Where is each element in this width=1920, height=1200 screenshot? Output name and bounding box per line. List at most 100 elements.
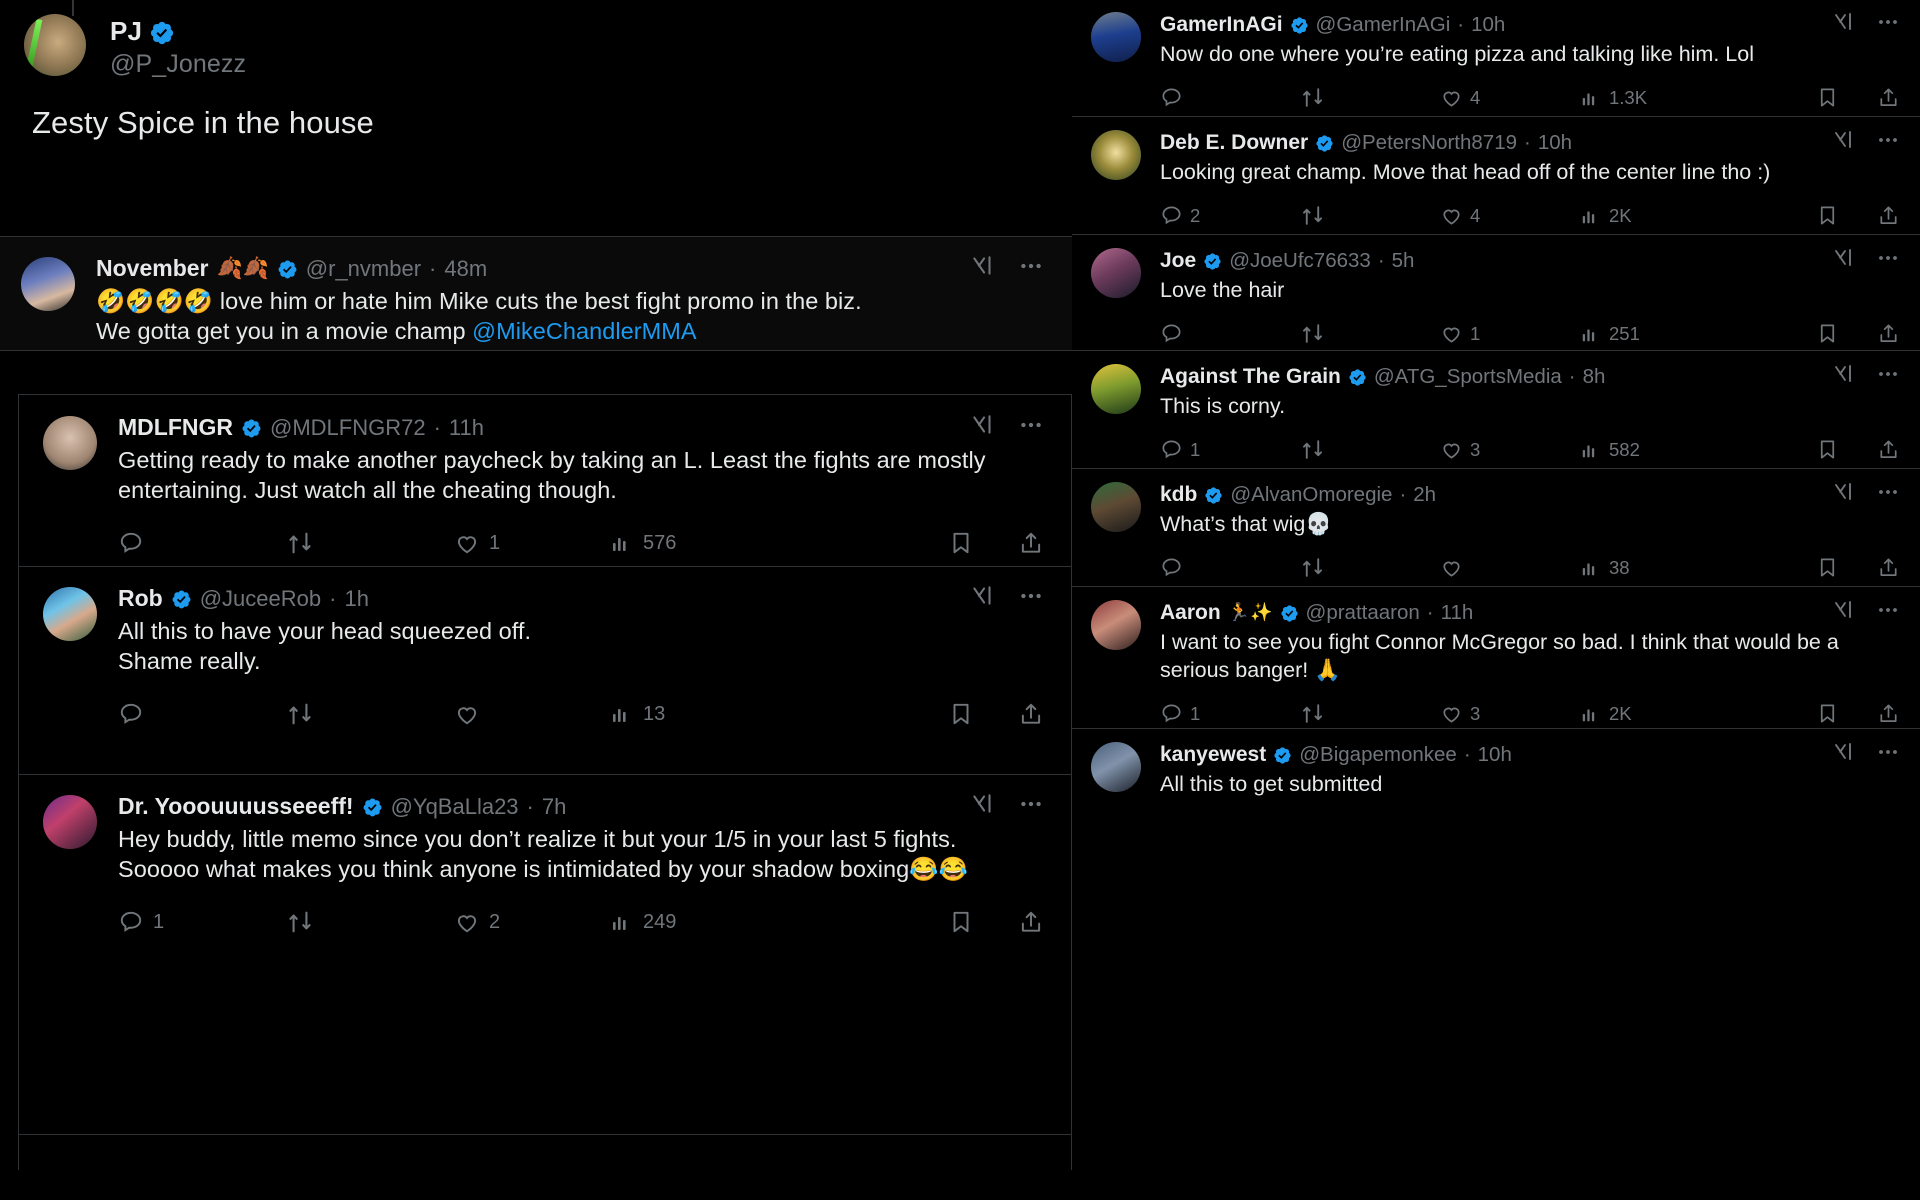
bookmark-action[interactable] (1816, 702, 1839, 725)
handle[interactable]: @JuceeRob (200, 586, 321, 612)
avatar[interactable] (21, 257, 75, 311)
reply-card[interactable]: November 🍂🍂 @r_nvmber · 48m 🤣🤣🤣🤣 love hi… (0, 237, 1072, 350)
display-name[interactable]: Rob (118, 585, 163, 612)
avatar[interactable] (43, 416, 97, 470)
like-action[interactable]: 3 (1440, 438, 1580, 461)
reply-card[interactable]: Joe @JoeUfc76633 · 5h Love the hair 1 25… (1072, 232, 1920, 351)
avatar[interactable] (1091, 12, 1141, 62)
display-name[interactable]: Deb E. Downer (1160, 131, 1308, 155)
grok-icon[interactable] (1832, 10, 1856, 39)
handle[interactable]: @YqBaLla23 (391, 794, 519, 820)
reply-action[interactable]: 1 (1160, 702, 1300, 725)
avatar[interactable] (1091, 248, 1141, 298)
views-action[interactable]: 38 (1580, 557, 1816, 579)
like-action[interactable]: 2 (454, 909, 610, 935)
views-action[interactable]: 2K (1580, 205, 1816, 227)
reply-card[interactable]: Against The Grain @ATG_SportsMedia · 8h … (1072, 348, 1920, 467)
more-options-icon[interactable] (1018, 791, 1044, 822)
reply-card[interactable]: Rob @JuceeRob · 1h All this to have your… (0, 567, 1072, 734)
timestamp[interactable]: 5h (1392, 249, 1415, 273)
timestamp[interactable]: 10h (1478, 743, 1512, 767)
reply-action[interactable]: 1 (1160, 438, 1300, 461)
views-action[interactable]: 251 (1580, 323, 1816, 345)
reply-card[interactable]: Aaron 🏃✨ @prattaaron · 11h I want to see… (1072, 584, 1920, 731)
more-options-icon[interactable] (1876, 246, 1900, 275)
timestamp[interactable]: 2h (1413, 483, 1436, 507)
bookmark-action[interactable] (1816, 86, 1839, 109)
grok-icon[interactable] (1832, 128, 1856, 157)
share-action[interactable] (1877, 86, 1900, 109)
avatar[interactable] (1091, 364, 1141, 414)
handle[interactable]: @prattaaron (1306, 601, 1420, 625)
grok-icon[interactable] (1832, 598, 1856, 627)
share-action[interactable] (1877, 702, 1900, 725)
reply-action[interactable] (118, 701, 286, 727)
more-options-icon[interactable] (1018, 412, 1044, 443)
like-action[interactable] (454, 701, 610, 727)
like-action[interactable]: 3 (1440, 702, 1580, 725)
grok-icon[interactable] (1832, 480, 1856, 509)
bookmark-action[interactable] (948, 530, 974, 556)
timestamp[interactable]: 8h (1583, 365, 1606, 389)
reply-card[interactable]: kanyewest @Bigapemonkee · 10h All this t… (1072, 726, 1920, 799)
retweet-action[interactable] (1300, 437, 1440, 462)
more-options-icon[interactable] (1876, 598, 1900, 627)
timestamp[interactable]: 11h (1441, 601, 1474, 625)
display-name[interactable]: November (96, 255, 208, 282)
bookmark-action[interactable] (948, 701, 974, 727)
avatar[interactable] (1091, 130, 1141, 180)
retweet-action[interactable] (1300, 555, 1440, 580)
timestamp[interactable]: 7h (542, 794, 566, 820)
share-action[interactable] (1877, 322, 1900, 345)
retweet-action[interactable] (1300, 203, 1440, 228)
share-action[interactable] (1018, 530, 1044, 556)
reply-card[interactable]: kdb @AlvanOmoregie · 2h What’s that wig💀 (1072, 466, 1920, 585)
avatar[interactable] (43, 587, 97, 641)
like-action[interactable]: 1 (1440, 322, 1580, 345)
grok-icon[interactable] (1832, 362, 1856, 391)
reply-card[interactable]: Dr. Yooouuuusseeeff! @YqBaLla23 · 7h Hey… (0, 775, 1072, 942)
more-options-icon[interactable] (1876, 480, 1900, 509)
display-name[interactable]: Dr. Yooouuuusseeeff! (118, 793, 354, 820)
handle[interactable]: @PetersNorth8719 (1341, 131, 1517, 155)
mention-link[interactable]: @MikeChandlerMMA (472, 318, 696, 344)
share-action[interactable] (1877, 438, 1900, 461)
share-action[interactable] (1018, 909, 1044, 935)
share-action[interactable] (1877, 556, 1900, 579)
display-name[interactable]: GamerInAGi (1160, 13, 1283, 37)
bookmark-action[interactable] (1816, 204, 1839, 227)
root-handle[interactable]: @P_Jonezz (110, 50, 246, 79)
bookmark-action[interactable] (1816, 438, 1839, 461)
views-action[interactable]: 1.3K (1580, 87, 1816, 109)
retweet-action[interactable] (1300, 701, 1440, 726)
more-options-icon[interactable] (1876, 10, 1900, 39)
reply-action[interactable] (1160, 556, 1300, 579)
bookmark-action[interactable] (1816, 556, 1839, 579)
views-action[interactable]: 249 (610, 910, 948, 934)
views-action[interactable]: 13 (610, 702, 948, 726)
views-action[interactable]: 576 (610, 531, 948, 555)
reply-card[interactable]: GamerInAGi @GamerInAGi · 10h Now do one … (1072, 0, 1920, 115)
handle[interactable]: @MDLFNGR72 (270, 415, 426, 441)
timestamp[interactable]: 11h (449, 415, 484, 441)
display-name[interactable]: Joe (1160, 249, 1196, 273)
views-action[interactable]: 582 (1580, 439, 1816, 461)
more-options-icon[interactable] (1876, 128, 1900, 157)
bookmark-action[interactable] (948, 909, 974, 935)
more-options-icon[interactable] (1018, 253, 1044, 284)
reply-action[interactable] (1160, 322, 1300, 345)
retweet-action[interactable] (1300, 85, 1440, 110)
avatar[interactable] (1091, 482, 1141, 532)
bookmark-action[interactable] (1816, 322, 1839, 345)
grok-icon[interactable] (1832, 740, 1856, 769)
timestamp[interactable]: 1h (344, 586, 368, 612)
more-options-icon[interactable] (1018, 583, 1044, 614)
reply-action[interactable] (118, 530, 286, 556)
share-action[interactable] (1018, 701, 1044, 727)
root-post[interactable]: PJ @P_Jonezz Zesty Spice in the house (0, 14, 1072, 141)
avatar[interactable] (1091, 600, 1141, 650)
avatar[interactable] (24, 14, 86, 76)
grok-icon[interactable] (970, 253, 996, 284)
timestamp[interactable]: 10h (1538, 131, 1572, 155)
reply-action[interactable] (1160, 86, 1300, 109)
